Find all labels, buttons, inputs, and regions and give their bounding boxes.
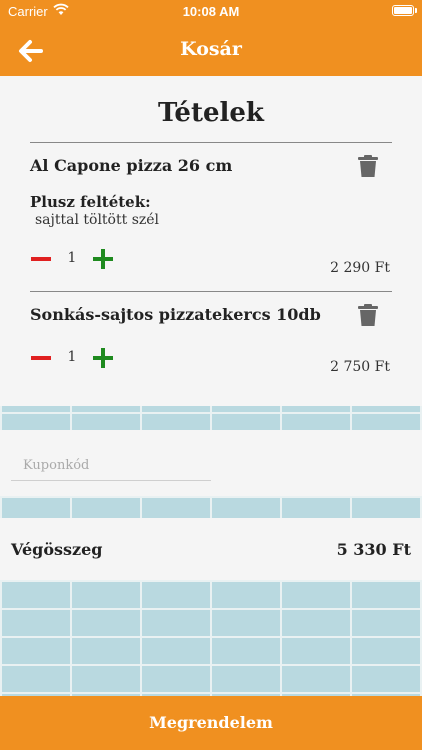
item-name: Al Capone pizza 26 cm bbox=[30, 156, 233, 175]
item-quantity: 1 bbox=[67, 250, 77, 266]
items-heading: Tételek bbox=[158, 98, 264, 128]
extras-value: sajttal töltött szél bbox=[35, 212, 160, 228]
item-price: 2 290 Ft bbox=[330, 260, 390, 276]
item-price: 2 750 Ft bbox=[330, 359, 390, 375]
page-title: Kosár bbox=[180, 38, 242, 60]
total-panel: Végösszeg 5 330 Ft bbox=[0, 518, 422, 580]
item-name: Sonkás-sajtos pizzatekercs 10db bbox=[30, 305, 321, 324]
battery-icon bbox=[392, 5, 414, 16]
battery-tip bbox=[415, 8, 417, 13]
order-button[interactable]: Megrendelem bbox=[0, 696, 422, 750]
trash-icon[interactable] bbox=[356, 303, 380, 327]
total-amount: 5 330 Ft bbox=[336, 540, 411, 559]
increase-quantity-button[interactable] bbox=[92, 248, 114, 270]
extras-label: Plusz feltétek: bbox=[30, 193, 151, 211]
decrease-quantity-button[interactable] bbox=[30, 248, 52, 270]
divider bbox=[30, 142, 392, 143]
trash-icon[interactable] bbox=[356, 154, 380, 178]
navigation-bar: Kosár bbox=[0, 24, 422, 76]
status-bar: Carrier 10:08 AM bbox=[0, 0, 422, 24]
decrease-quantity-button[interactable] bbox=[30, 347, 52, 369]
coupon-code-input[interactable] bbox=[11, 451, 211, 481]
cart-items-panel: Tételek Al Capone pizza 26 cm Plusz felt… bbox=[0, 76, 422, 406]
divider bbox=[30, 291, 392, 292]
increase-quantity-button[interactable] bbox=[92, 347, 114, 369]
status-time: 10:08 AM bbox=[182, 4, 240, 19]
coupon-panel bbox=[0, 430, 422, 496]
item-quantity: 1 bbox=[67, 349, 77, 365]
total-label: Végösszeg bbox=[11, 540, 103, 559]
